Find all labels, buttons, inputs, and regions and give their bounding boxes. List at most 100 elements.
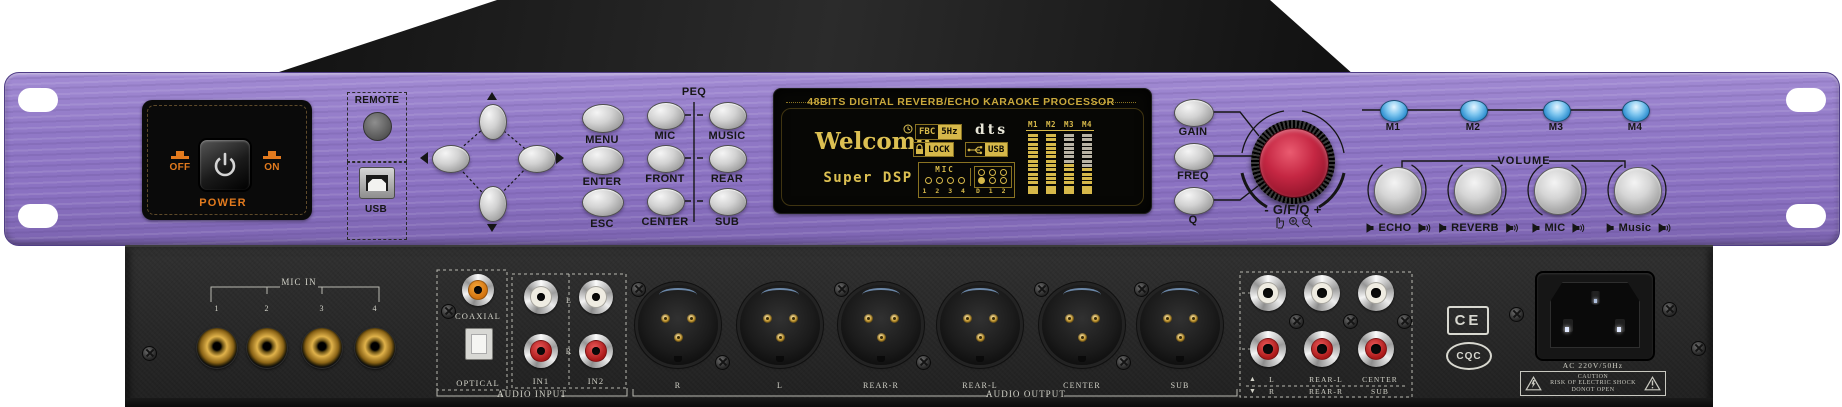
meter-segment [1064,134,1074,137]
volume-knob-name: MIC [1544,222,1565,234]
peq-right-label: MUSIC [709,130,746,142]
meter-segment [1028,168,1038,171]
volume-knob[interactable] [1534,167,1582,215]
meter-segment [1046,181,1056,184]
quarter-inch-jack [355,328,395,368]
pin-glint [1565,327,1569,332]
caution-line2: RISK OF ELECTRIC SHOCK [1550,380,1636,387]
meter-label: M3 [1064,120,1074,129]
peq-left-label: FRONT [645,173,684,185]
speaker-loud-icon [1415,223,1430,233]
gfq-button[interactable] [1174,143,1214,171]
xlr-notch [976,356,984,362]
audio-input-title: AUDIO INPUT [497,389,567,399]
meter-segment [1064,151,1074,154]
xlr-pin [890,314,899,323]
xlr-pin [1176,333,1185,342]
peq-right-button[interactable] [709,102,747,130]
volume-knob-group [1607,160,1667,220]
xlr-notch [1176,356,1184,362]
xlr-pin [776,333,785,342]
volume-knob-group [1527,160,1587,220]
rca-output-white [1358,275,1394,311]
rca-output-top-label: CENTER [1362,375,1398,384]
xlr-notch [1078,356,1086,362]
peq-left-button[interactable] [647,188,685,216]
meter-segment [1028,173,1038,176]
rca-up-arrow: ▲ [1249,375,1257,383]
xlr-label: REAR-R [863,381,899,390]
meter-segment [1028,164,1038,167]
xlr-label: R [675,381,681,390]
rca-output-red [1358,331,1394,367]
xlr-pin [963,314,972,323]
xlr-label: CENTER [1063,381,1101,390]
speaker-icon [1364,223,1375,233]
gfq-label: GAIN [1179,126,1208,138]
volume-knob[interactable] [1614,167,1662,215]
meter-segment [1046,160,1056,163]
xlr-connector [740,285,820,365]
meter-base [1082,186,1092,194]
memory-led [1622,100,1650,122]
rca-input-red [524,334,558,368]
rca-output-bottom-label: SUB [1371,387,1389,396]
volume-knob-name: REVERB [1451,222,1499,234]
meter-label: M4 [1082,120,1092,129]
rca-output-white [1304,275,1340,311]
gfq-button[interactable] [1174,99,1214,127]
screw [142,346,157,361]
screw [834,282,849,297]
meter-segment [1028,160,1038,163]
meter-segment [1046,177,1056,180]
rca-output-top-label: L [1269,375,1275,384]
vu-meter [1082,134,1092,184]
meter-segment [1064,177,1074,180]
xlr-pin [1065,314,1074,323]
meter-base [1028,186,1038,194]
meter-segment [1046,147,1056,150]
volume-knob-label: MIC [1529,222,1584,234]
gfq-label: Q [1189,214,1198,226]
peq-right-button[interactable] [709,188,747,216]
screw [631,282,646,297]
vu-meter [1064,134,1074,184]
meter-segment [1046,134,1056,137]
peq-left-label: MIC [654,130,675,142]
screw [1116,355,1131,370]
meter-segment [1064,138,1074,141]
meter-segment [1046,155,1056,158]
xlr-connector [1042,285,1122,365]
xlr-connector [940,285,1020,365]
xlr-pin [976,333,985,342]
xlr-connector [1140,285,1220,365]
volume-knob[interactable] [1374,167,1422,215]
volume-knob[interactable] [1454,167,1502,215]
xlr-label: REAR-L [962,381,998,390]
speaker-icon [1529,223,1540,233]
peq-left-button[interactable] [647,102,685,130]
peq-right-label: REAR [711,173,743,185]
peq-left-button[interactable] [647,145,685,173]
in2-label: IN2 [588,376,605,386]
xlr-pin [674,333,683,342]
speaker-loud-icon [1503,223,1518,233]
meter-base [1064,186,1074,194]
pin-glint [1617,327,1621,332]
memory-led-label: M1 [1386,122,1401,133]
meter-segment [1028,177,1038,180]
gfq-button[interactable] [1174,187,1214,215]
meter-label: M2 [1046,120,1056,129]
meter-segment [1082,155,1092,158]
meter-segment [1082,173,1092,176]
screw [916,355,931,370]
meter-segment [1028,143,1038,146]
caution-line3: DONOT OPEN [1550,387,1636,394]
meter-segment [1046,143,1056,146]
ac-rating: AC 220V/50Hz [1563,361,1624,370]
screw [1397,314,1412,329]
peq-right-button[interactable] [709,145,747,173]
screw [1289,314,1304,329]
xlr-pin [1078,333,1087,342]
memory-led-label: M4 [1628,122,1643,133]
